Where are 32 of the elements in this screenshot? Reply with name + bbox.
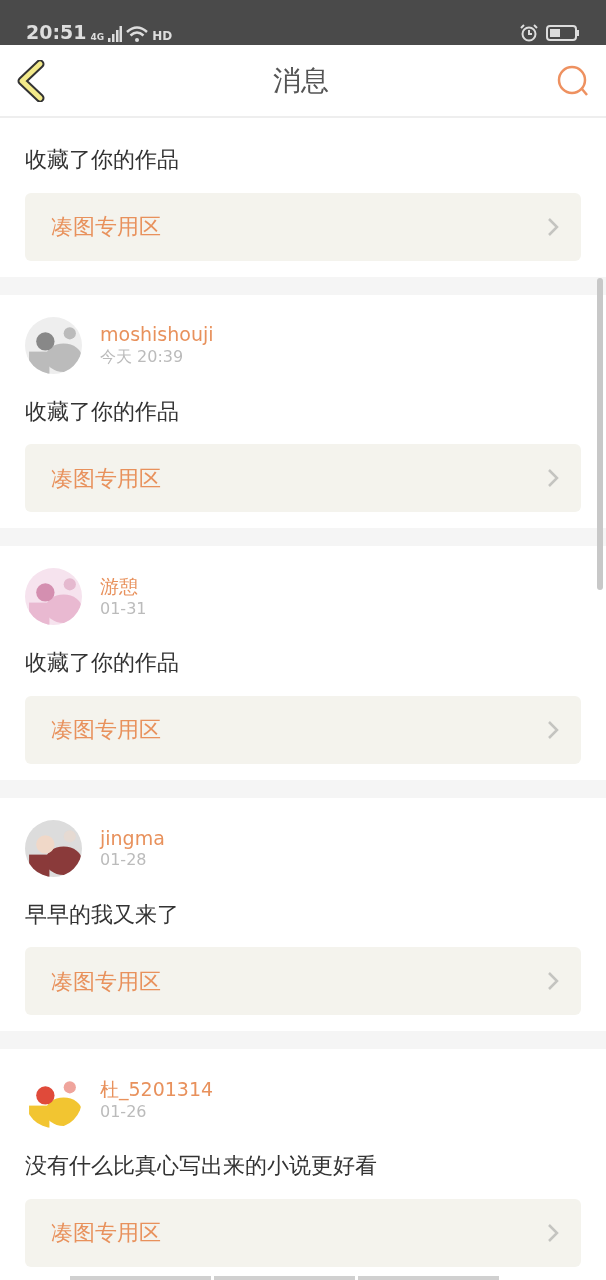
status-time: 20:51 xyxy=(26,23,87,42)
back-icon[interactable] xyxy=(16,59,46,102)
work-link[interactable]: 凑图专用区 xyxy=(25,1198,581,1267)
work-link[interactable]: 凑图专用区 xyxy=(25,192,581,261)
chevron-icon xyxy=(547,1222,559,1243)
message-text: 收藏了你的作品 xyxy=(25,649,180,678)
work-link[interactable]: 凑图专用区 xyxy=(25,947,581,1016)
signal-icon xyxy=(108,26,123,42)
chevron-icon xyxy=(547,971,559,992)
chevron-icon xyxy=(547,216,559,237)
chevron-icon xyxy=(547,719,559,740)
message-text: 收藏了你的作品 xyxy=(25,397,180,426)
network-type: 4G xyxy=(90,33,105,42)
page-title: 消息 xyxy=(273,62,329,99)
work-link[interactable]: 凑图专用区 xyxy=(25,695,581,764)
work-link[interactable]: 凑图专用区 xyxy=(25,444,581,513)
user-name[interactable]: 游憩 xyxy=(100,573,147,599)
user-name[interactable]: 杜_5201314 xyxy=(100,1077,214,1102)
message-text: 早早的我又来了 xyxy=(25,900,180,929)
hd-indicator: HD xyxy=(152,30,173,42)
battery-icon xyxy=(546,24,580,42)
message-text: 收藏了你的作品 xyxy=(25,146,180,174)
message-time: 今天 20:39 xyxy=(100,347,185,368)
message-text: 没有什么比真心写出来的小说更好看 xyxy=(25,1152,378,1181)
message-time: 01-31 xyxy=(100,598,147,620)
message-time: 01-28 xyxy=(100,850,148,871)
message-time: 01-26 xyxy=(100,1101,148,1123)
wifi-icon xyxy=(126,26,149,42)
alarm-icon xyxy=(520,24,538,42)
user-name[interactable]: moshishouji xyxy=(100,322,214,348)
user-name[interactable]: jingma xyxy=(100,825,165,851)
chevron-icon xyxy=(547,468,559,489)
